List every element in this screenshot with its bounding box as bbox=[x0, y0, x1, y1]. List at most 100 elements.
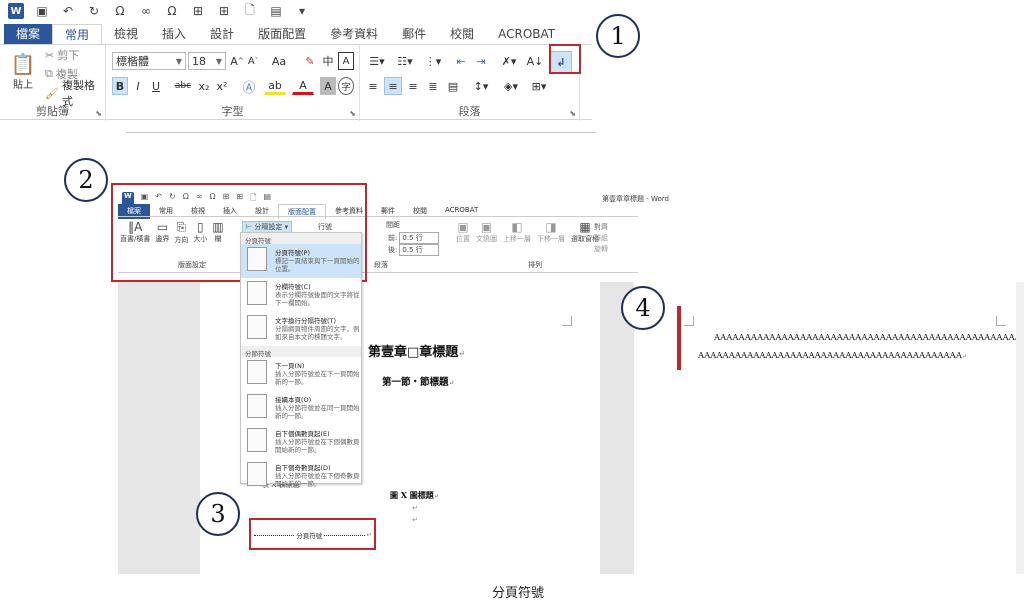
distribute-icon[interactable]: ▤ bbox=[444, 77, 462, 95]
rotate-button[interactable]: 旋轉 bbox=[594, 244, 608, 255]
highlight-icon[interactable]: ab bbox=[264, 77, 286, 95]
clear-format-icon[interactable]: ✎ bbox=[302, 52, 318, 70]
spacing-after-row: 後: 0.5 行 bbox=[388, 244, 440, 256]
menu-item-page-break[interactable]: 分頁符號(P) 標記一頁結束與下一頁開始的位置。 bbox=[241, 244, 361, 278]
menu-item-next-page[interactable]: 下一頁(N) 插入分節符號並在下一頁開始新的一節。 bbox=[241, 357, 361, 391]
italic-button[interactable]: I bbox=[130, 77, 146, 95]
tab-file[interactable]: 檔案 bbox=[4, 24, 53, 44]
tab-design[interactable]: 設計 bbox=[198, 24, 246, 44]
table-icon[interactable]: ⊞ bbox=[216, 3, 232, 19]
format-painter-button[interactable]: 🖌 複製格式 bbox=[44, 79, 105, 108]
line-spacing-icon[interactable]: ↕▾ bbox=[468, 77, 494, 95]
crop-mark bbox=[562, 316, 572, 326]
text-effects-icon[interactable]: Ⓐ bbox=[238, 77, 260, 96]
char-shading-icon[interactable]: A bbox=[320, 77, 336, 95]
menu-item-column-break[interactable]: 分欄符號(C) 表示分欄符號後面的文字將從下一欄開始。 bbox=[241, 278, 361, 312]
body-text-line-2: AAAAAAAAAAAAAAAAAAAAAAAAAAAAAAAAAAAAAAAA… bbox=[698, 351, 967, 361]
redo-icon[interactable]: ↻ bbox=[86, 3, 102, 19]
group-button[interactable]: 群組 bbox=[594, 233, 608, 244]
sort-icon[interactable]: A↓ bbox=[526, 52, 544, 70]
word-icon[interactable]: W bbox=[8, 3, 24, 19]
paragraph-mark-icon: ↵ bbox=[412, 516, 418, 524]
bold-button[interactable]: B bbox=[112, 77, 128, 95]
send-backward-button[interactable]: ◨ 下移一層 bbox=[537, 220, 565, 244]
tab-references[interactable]: 參考資料 bbox=[318, 24, 390, 44]
save-icon[interactable]: ▣ bbox=[34, 3, 50, 19]
spacing-after-input[interactable]: 0.5 行 bbox=[399, 244, 440, 256]
dialog-launcher-icon[interactable]: ⬊ bbox=[349, 109, 356, 118]
enclose-char-icon[interactable]: 字 bbox=[338, 77, 354, 95]
numbering-icon[interactable]: ☷▾ bbox=[392, 52, 418, 70]
borders-icon[interactable]: ⊞▾ bbox=[526, 77, 552, 95]
subscript-button[interactable]: x₂ bbox=[196, 77, 212, 95]
strikethrough-button[interactable]: abc bbox=[172, 77, 194, 95]
tab-acrobat[interactable]: ACROBAT bbox=[486, 24, 567, 44]
change-case-button[interactable]: Aa bbox=[266, 52, 292, 70]
tab-insert[interactable]: 插入 bbox=[150, 24, 198, 44]
align-button[interactable]: 對齊 bbox=[594, 222, 608, 233]
bullets-icon[interactable]: ☰▾ bbox=[364, 52, 390, 70]
document-gutter bbox=[118, 282, 200, 574]
underline-button[interactable]: U bbox=[148, 77, 164, 95]
font-size-combo[interactable]: 18 ▼ bbox=[188, 52, 226, 70]
justify-icon[interactable]: ≣ bbox=[424, 77, 442, 95]
chevron-down-icon: ▼ bbox=[175, 56, 182, 66]
shrink-font-button[interactable]: Aˇ bbox=[246, 52, 260, 70]
vertical-scrollbar[interactable] bbox=[1016, 282, 1024, 574]
omega-icon[interactable]: Ω bbox=[164, 3, 180, 19]
paste-button[interactable]: 📋 貼上 bbox=[8, 49, 38, 93]
crop-mark bbox=[996, 316, 1006, 326]
group-label-paragraph: 段落 bbox=[458, 105, 481, 118]
align-left-icon[interactable]: ≡ bbox=[364, 77, 382, 95]
document-gutter bbox=[600, 282, 634, 574]
menu-item-even-page[interactable]: 自下個偶數頁起(E) 插入分節符號並在下個偶數頁開始新的一節。 bbox=[241, 425, 361, 459]
tab-home[interactable]: 常用 bbox=[52, 24, 103, 44]
next-page-icon bbox=[247, 360, 267, 384]
align-center-icon[interactable]: ≡ bbox=[384, 77, 402, 95]
font-color-icon[interactable]: A bbox=[292, 77, 314, 95]
section-title: 第一節‧節標題↵ bbox=[382, 377, 455, 388]
omega-icon[interactable]: Ω bbox=[112, 3, 128, 19]
font-name-combo[interactable]: 標楷體 ▼ bbox=[112, 52, 186, 70]
clipboard-icon: 📋 bbox=[10, 51, 36, 76]
tab-layout[interactable]: 版面配置 bbox=[246, 24, 318, 44]
superscript-button[interactable]: x² bbox=[214, 77, 230, 95]
spacing-before-input[interactable]: 0.5 行 bbox=[399, 232, 440, 244]
shading-icon[interactable]: ◈▾ bbox=[498, 77, 524, 95]
table-icon[interactable]: ⊞ bbox=[190, 3, 206, 19]
callout-number-1: 1 bbox=[596, 14, 640, 58]
arrange-side-buttons: 對齊 群組 旋轉 bbox=[594, 222, 608, 255]
grow-font-button[interactable]: A ^ bbox=[230, 52, 244, 70]
tab-view[interactable]: 檢視 bbox=[102, 24, 150, 44]
asian-layout-icon[interactable]: ✗▾ bbox=[496, 52, 522, 70]
menu-item-continuous[interactable]: 接續本頁(O) 插入分節符號並在同一頁開始新的一節。 bbox=[241, 391, 361, 425]
tab-review[interactable]: 校閱 bbox=[438, 24, 486, 44]
highlight-box-next-page bbox=[677, 306, 681, 370]
multilevel-list-icon[interactable]: ⋮▾ bbox=[420, 52, 446, 70]
align-right-icon[interactable]: ≡ bbox=[404, 77, 422, 95]
dialog-launcher-icon[interactable]: ⬊ bbox=[569, 109, 576, 118]
phonetic-guide-icon[interactable]: 中 bbox=[320, 52, 336, 70]
decrease-indent-icon[interactable]: ⇤ bbox=[452, 52, 470, 70]
page-break-icon bbox=[247, 247, 267, 271]
menu-item-odd-page[interactable]: 自下個奇數頁起(D) 插入分節符號並在下個奇數頁開始新的一節。 bbox=[241, 459, 361, 493]
menu-section-section-breaks: 分節符號 bbox=[241, 346, 361, 358]
paragraph-mark-icon: ↵ bbox=[458, 348, 465, 358]
infinity-icon[interactable]: ∞ bbox=[138, 3, 154, 19]
doc-icon[interactable]: 🗋 bbox=[242, 3, 258, 19]
increase-indent-icon[interactable]: ⇥ bbox=[472, 52, 490, 70]
char-border-icon[interactable]: A bbox=[338, 52, 354, 70]
highlight-box-show-marks bbox=[549, 44, 581, 74]
cut-button[interactable]: ✂ 剪下 bbox=[44, 47, 80, 63]
callout-number-4: 4 bbox=[621, 286, 665, 330]
undo-icon[interactable]: ↶ bbox=[60, 3, 76, 19]
bring-forward-button[interactable]: ◧ 上移一層 bbox=[503, 220, 531, 244]
wrap-text-button[interactable]: ▣ 文繞圖 bbox=[476, 220, 497, 244]
tab-mailings[interactable]: 郵件 bbox=[390, 24, 438, 44]
crop-mark bbox=[684, 316, 694, 326]
menu-item-text-wrapping-break[interactable]: 文字換行分隔符號(T) 分隔網頁物件周圍的文字，例如來自本文的標題文字。 bbox=[241, 312, 361, 346]
position-button[interactable]: ▣ 位置 bbox=[456, 220, 470, 244]
dialog-launcher-icon[interactable]: ⬊ bbox=[95, 109, 102, 118]
more-icon[interactable]: ▾ bbox=[294, 3, 310, 19]
form-icon[interactable]: ▤ bbox=[268, 3, 284, 19]
